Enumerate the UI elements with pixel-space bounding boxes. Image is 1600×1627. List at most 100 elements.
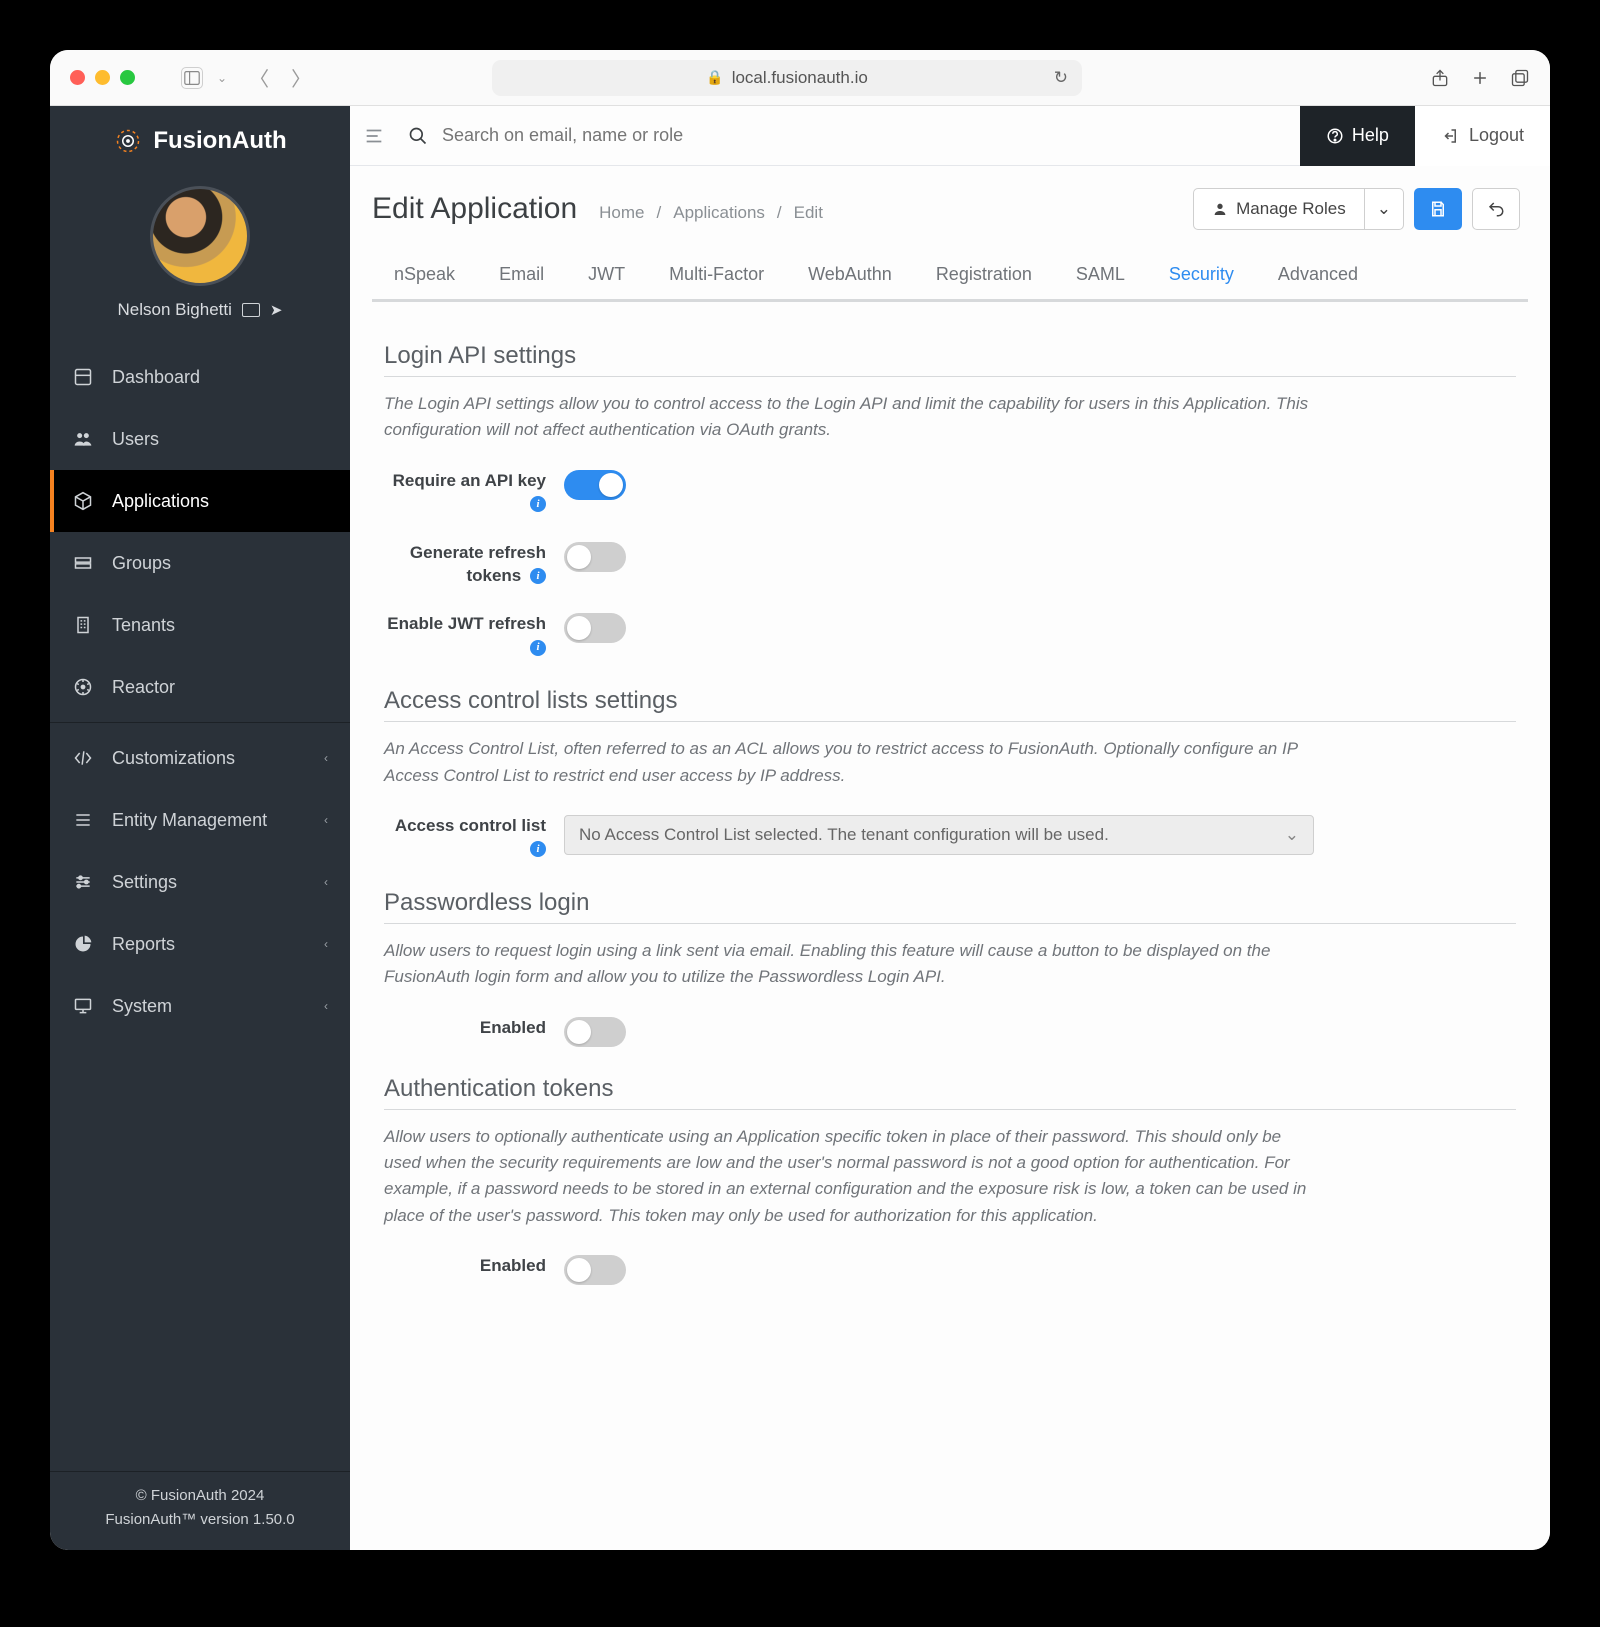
section-desc-acl: An Access Control List, often referred t… (384, 736, 1314, 789)
manage-roles-dropdown[interactable]: ⌄ (1365, 188, 1404, 230)
user-icon (1212, 201, 1228, 217)
tab-registration[interactable]: Registration (914, 250, 1054, 299)
sidebar-item-label: Dashboard (112, 367, 200, 388)
tab-email[interactable]: Email (477, 250, 566, 299)
minimize-window-icon[interactable] (95, 70, 110, 85)
page-header: Edit Application Home/ Applications/ Edi… (350, 166, 1550, 240)
info-icon[interactable]: i (530, 841, 546, 857)
search-input[interactable] (442, 125, 842, 146)
info-icon[interactable]: i (530, 568, 546, 584)
nav-forward-icon[interactable]: 〉 (291, 63, 311, 92)
list-icon (72, 809, 94, 831)
sidebar-item-label: Users (112, 429, 159, 450)
nav-back-icon[interactable]: 〈 (249, 63, 269, 92)
avatar[interactable] (150, 186, 250, 286)
tab-multi-factor[interactable]: Multi-Factor (647, 250, 786, 299)
chevron-left-icon: ‹ (324, 937, 328, 951)
tab-jwt[interactable]: JWT (566, 250, 647, 299)
manage-roles-label: Manage Roles (1236, 199, 1346, 219)
sidebar-item-reactor[interactable]: Reactor (50, 656, 350, 718)
sidebar-item-system[interactable]: System ‹ (50, 975, 350, 1037)
sidebar-item-label: Tenants (112, 615, 175, 636)
crumb-applications[interactable]: Applications (673, 203, 765, 223)
tab-nspeak[interactable]: nSpeak (372, 250, 477, 299)
toggle-auth-tokens-enabled[interactable] (564, 1255, 626, 1285)
label-access-control-list: Access control list (395, 816, 546, 835)
building-icon (72, 614, 94, 636)
sidebar-item-applications[interactable]: Applications (50, 470, 350, 532)
toggle-passwordless-enabled[interactable] (564, 1017, 626, 1047)
undo-icon (1487, 200, 1505, 218)
section-title-passwordless: Passwordless login (384, 889, 1516, 924)
tab-bar: nSpeak Email JWT Multi-Factor WebAuthn R… (372, 250, 1528, 302)
sidebar-item-settings[interactable]: Settings ‹ (50, 851, 350, 913)
sidebar-item-reports[interactable]: Reports ‹ (50, 913, 350, 975)
section-desc-login-api: The Login API settings allow you to cont… (384, 391, 1314, 444)
collapse-sidebar-button[interactable] (350, 125, 398, 147)
toggle-generate-refresh-tokens[interactable] (564, 542, 626, 572)
sidebar-item-dashboard[interactable]: Dashboard (50, 346, 350, 408)
section-title-acl: Access control lists settings (384, 687, 1516, 722)
cube-icon (72, 490, 94, 512)
sidebar-item-label: Settings (112, 872, 177, 893)
section-title-auth-tokens: Authentication tokens (384, 1075, 1516, 1110)
crumb-home[interactable]: Home (599, 203, 644, 223)
tab-saml[interactable]: SAML (1054, 250, 1147, 299)
save-icon (1429, 200, 1447, 218)
sidebar-item-entity-management[interactable]: Entity Management ‹ (50, 789, 350, 851)
help-button[interactable]: Help (1300, 106, 1415, 166)
section-title-login-api: Login API settings (384, 342, 1516, 377)
share-icon[interactable] (1430, 68, 1450, 88)
version: FusionAuth™ version 1.50.0 (50, 1508, 350, 1532)
back-button[interactable] (1472, 188, 1520, 230)
reload-icon[interactable]: ↻ (1054, 68, 1068, 88)
sidebar-item-customizations[interactable]: Customizations ‹ (50, 727, 350, 789)
select-access-control-list[interactable]: No Access Control List selected. The ten… (564, 815, 1314, 855)
sidebar-item-label: Customizations (112, 748, 235, 769)
window-titlebar: ⌄ 〈 〉 🔒 local.fusionauth.io ↻ (50, 50, 1550, 106)
fusionauth-logo-icon (113, 126, 143, 156)
toggle-require-api-key[interactable] (564, 470, 626, 500)
traffic-lights (70, 70, 135, 85)
toggle-enable-jwt-refresh[interactable] (564, 613, 626, 643)
info-icon[interactable]: i (530, 640, 546, 656)
logout-icon (1441, 127, 1459, 145)
manage-roles-button[interactable]: Manage Roles (1193, 188, 1365, 230)
page-title: Edit Application (372, 192, 577, 226)
brand-name: FusionAuth (153, 127, 286, 155)
select-value: No Access Control List selected. The ten… (579, 825, 1109, 845)
new-tab-icon[interactable] (1470, 68, 1490, 88)
section-desc-passwordless: Allow users to request login using a lin… (384, 938, 1314, 991)
sidebar-item-label: Reactor (112, 677, 175, 698)
url-host: local.fusionauth.io (732, 68, 868, 88)
location-icon[interactable]: ➤ (270, 301, 283, 319)
code-icon (72, 747, 94, 769)
sidebar-item-label: Applications (112, 491, 209, 512)
close-window-icon[interactable] (70, 70, 85, 85)
zoom-window-icon[interactable] (120, 70, 135, 85)
chevron-down-icon: ⌄ (1377, 199, 1391, 219)
content-area: Login API settings The Login API setting… (350, 302, 1550, 1315)
app-sidebar: FusionAuth Nelson Bighetti ➤ Dashboard U… (50, 106, 350, 1550)
help-icon (1326, 127, 1344, 145)
address-bar[interactable]: 🔒 local.fusionauth.io ↻ (492, 60, 1082, 96)
info-icon[interactable]: i (530, 496, 546, 512)
tab-security[interactable]: Security (1147, 250, 1256, 302)
sidebar-footer: © FusionAuth 2024 FusionAuth™ version 1.… (50, 1471, 350, 1550)
sidebar-item-users[interactable]: Users (50, 408, 350, 470)
logout-button[interactable]: Logout (1415, 106, 1550, 166)
id-card-icon[interactable] (242, 303, 260, 317)
tab-advanced[interactable]: Advanced (1256, 250, 1380, 299)
chevron-down-icon: ⌄ (1285, 825, 1299, 845)
sidebar-item-label: System (112, 996, 172, 1017)
label-passwordless-enabled: Enabled (480, 1018, 546, 1037)
sidebar-item-tenants[interactable]: Tenants (50, 594, 350, 656)
brand-logo[interactable]: FusionAuth (50, 106, 350, 176)
tab-webauthn[interactable]: WebAuthn (786, 250, 914, 299)
sidebar-nav: Dashboard Users Applications Groups Tena… (50, 338, 350, 1037)
tabs-icon[interactable] (1510, 68, 1530, 88)
sidebar-item-groups[interactable]: Groups (50, 532, 350, 594)
sidebar-toggle-icon[interactable] (181, 67, 203, 89)
save-button[interactable] (1414, 188, 1462, 230)
logout-label: Logout (1469, 125, 1524, 146)
